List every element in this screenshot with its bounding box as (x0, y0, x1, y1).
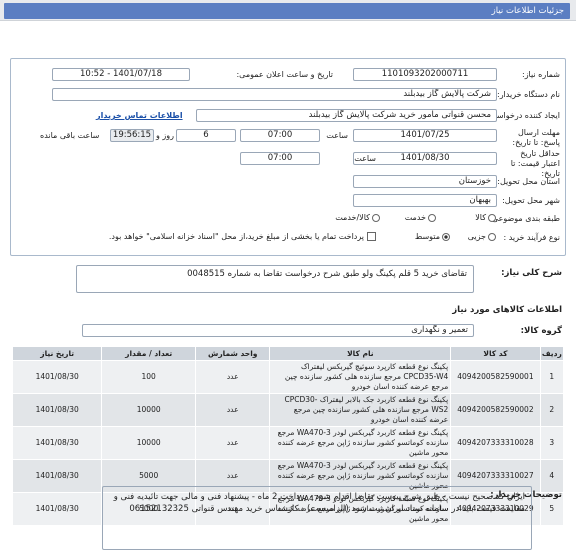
item-code: 4094200582590001 (450, 360, 541, 394)
item-unit: عدد (194, 360, 271, 394)
item-date: 1401/08/30 (11, 492, 103, 526)
item-date: 1401/08/30 (11, 393, 103, 427)
deadline-date-field: 1401/07/25 (353, 129, 497, 142)
radio-icon (372, 213, 380, 222)
goods-group-label: گروه کالا: (520, 326, 562, 336)
table-row: 2 4094200582590002 پکینگ نوع قطعه کاربرد… (11, 393, 565, 427)
item-date: 1401/08/30 (11, 459, 103, 493)
buyer-org-label: نام دستگاه خریدار: (497, 90, 560, 99)
table-row: 3 4094207333310028 پکینگ نوع قطعه کاربرد… (11, 426, 565, 460)
category-option-goods-service[interactable]: کالا/خدمت (335, 213, 380, 222)
table-header-row: ردیف کد کالا نام کالا واحد شمارش تعداد /… (11, 346, 565, 361)
need-number-field: 1101093202000711 (353, 68, 497, 81)
days-label: روز و (156, 131, 174, 140)
column-header-unit: واحد شمارش (194, 346, 271, 361)
remaining-time-label: ساعت باقی مانده (40, 131, 100, 140)
radio-selected-icon (442, 232, 450, 241)
requester-field: محسن قنواتی مامور خرید شرکت پالایش گاز ب… (196, 109, 497, 122)
deadline-time-field: 07:00 (240, 129, 320, 142)
item-name: پکینگ نوع قطعه کاربرد جک بالابر لیفتراک … (269, 393, 452, 427)
need-description-label: شرح کلی نیاز: (501, 268, 562, 278)
process-option-minor[interactable]: جزیی (468, 232, 496, 241)
table-row: 1 4094200582590001 پکینگ نوع قطعه کارپرد… (11, 360, 565, 394)
announce-label: تاریخ و ساعت اعلان عمومی: (236, 70, 333, 79)
radio-icon (428, 213, 436, 222)
province-label: استان محل تحویل: (497, 177, 560, 186)
city-label: شهر محل تحویل: (502, 196, 560, 205)
item-code: 4094207333310028 (450, 426, 541, 460)
item-unit: عدد (194, 426, 271, 460)
column-header-date: تاریخ نیاز (11, 346, 103, 361)
process-option-medium[interactable]: متوسط (415, 232, 450, 241)
row-index: 1 (539, 360, 565, 394)
treasury-payment-checkbox[interactable]: پرداخت تمام یا بخشی از مبلغ خرید،از محل … (56, 232, 376, 241)
category-option-service[interactable]: خدمت (405, 213, 436, 222)
item-unit: عدد (194, 393, 271, 427)
buyer-contact-link[interactable]: اطلاعات تماس خریدار (96, 111, 183, 120)
row-index: 3 (539, 426, 565, 460)
item-qty: 100 (101, 360, 196, 394)
validity-label: حداقل تاریخ اعتبار قیمت: تا تاریخ: (510, 149, 560, 178)
category-option-goods[interactable]: کالا (475, 213, 496, 222)
radio-icon (488, 213, 496, 222)
row-index: 4 (539, 459, 565, 493)
validity-time-label: ساعت (354, 154, 376, 163)
item-code: 4094200582590002 (450, 393, 541, 427)
days-remaining-field: 6 (176, 129, 236, 142)
column-header-code: کد کالا (450, 346, 541, 361)
page-title: جزئیات اطلاعات نیاز (4, 3, 570, 19)
radio-icon (488, 232, 496, 241)
deadline-time-label: ساعت (326, 131, 348, 140)
column-header-row-index: ردیف (539, 346, 565, 361)
item-qty: 10000 (101, 393, 196, 427)
process-type-label: نوع فرآیند خرید : (503, 233, 560, 242)
column-header-name: نام کالا (269, 346, 452, 361)
buyer-notes-field: ایران کد صحیح نیست - طبق شرح پیوست تقاضا… (102, 486, 532, 550)
requester-label: ایجاد کننده درخواست: (486, 111, 560, 120)
item-name: پکینگ نوع قطعه کاربرد گیربکس لودر WA470-… (269, 426, 452, 460)
item-qty: 10000 (101, 426, 196, 460)
column-header-qty: تعداد / مقدار (101, 346, 196, 361)
validity-time-field: 07:00 (240, 152, 320, 165)
item-date: 1401/08/30 (11, 426, 103, 460)
buyer-org-field: شرکت پالایش گاز بیدبلند (52, 88, 497, 101)
goods-group-field: تعمیر و نگهداری (82, 324, 474, 337)
checkbox-icon (367, 232, 376, 241)
item-name: پکینگ نوع قطعه کارپرد سوئیچ گیربکس لیفتر… (269, 360, 452, 394)
top-bar: جزئیات اطلاعات نیاز (0, 0, 576, 21)
item-date: 1401/08/30 (11, 360, 103, 394)
need-description-field: تقاضای خرید 5 قلم پکینگ ولو طبق شرح درخو… (76, 265, 474, 293)
deadline-label: مهلت ارسال پاسخ: تا تاریخ: (512, 128, 560, 147)
announce-field: 1401/07/18 - 10:52 (52, 68, 190, 81)
province-field: خوزستان (353, 175, 497, 188)
category-label: طبقه بندی موضوعی: (489, 214, 560, 223)
row-index: 2 (539, 393, 565, 427)
goods-section-title: اطلاعات کالاهای مورد نیاز (452, 305, 562, 315)
remaining-time-field: 19:56:15 (110, 129, 154, 142)
need-number-label: شماره نیاز: (522, 70, 560, 79)
city-field: بهبهان (353, 194, 497, 207)
